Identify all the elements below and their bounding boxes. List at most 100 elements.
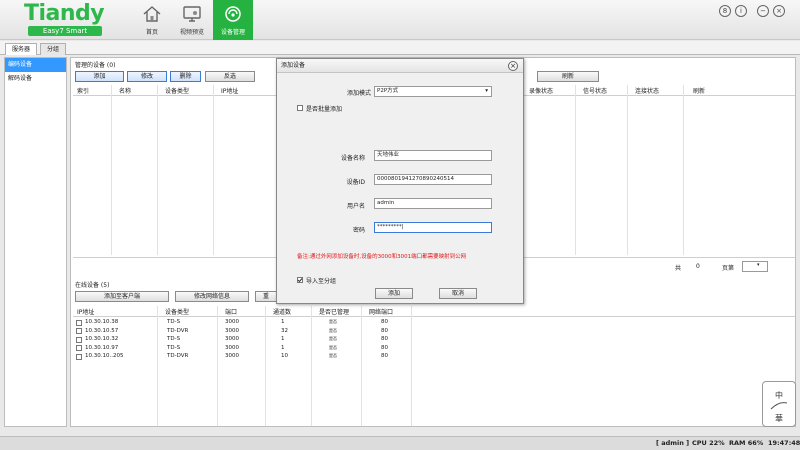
col-index: 索引: [77, 88, 90, 95]
password-label: 密码: [352, 227, 365, 234]
row-checkbox[interactable]: [76, 345, 82, 351]
dialog-close-icon[interactable]: ×: [508, 61, 518, 71]
online-cell-type: TD-DVR: [167, 327, 189, 334]
row-checkbox[interactable]: [76, 328, 82, 334]
device-id-label: 设备ID: [346, 179, 365, 186]
minimize-icon[interactable]: −: [757, 5, 769, 17]
col-record-status: 录像状态: [529, 88, 554, 95]
add-button[interactable]: 添加: [75, 71, 124, 82]
mode-select[interactable]: P2P方式 ▾: [374, 86, 492, 97]
username-input[interactable]: admin: [374, 198, 492, 209]
tab-group[interactable]: 分组: [40, 43, 67, 55]
col-online-type: 设备类型: [165, 309, 190, 316]
status-bar: [ admin ] CPU 22% RAM 66% 19:47:48: [0, 436, 800, 450]
online-cell-net-port: 80: [381, 327, 388, 334]
status-cpu: CPU 22%: [692, 439, 725, 447]
grid-line: [575, 85, 576, 255]
col-online-channels: 通道数: [273, 309, 292, 316]
grid-line: [627, 85, 628, 255]
online-cell-managed: 是否: [329, 327, 337, 333]
category-decoder[interactable]: 解码设备: [5, 72, 66, 86]
online-cell-managed: 是否: [329, 344, 337, 350]
info-icon[interactable]: i: [735, 5, 747, 17]
grid-line: [361, 306, 362, 426]
col-refresh: 刷新: [693, 88, 706, 95]
nav-home-label: 首页: [145, 29, 158, 36]
col-name: 名称: [119, 88, 132, 95]
online-cell-port: 3000: [225, 336, 239, 342]
mode-label: 添加模式: [346, 90, 371, 97]
device-name-label: 设备名称: [340, 155, 365, 162]
video-preview-icon: [183, 6, 201, 22]
refresh-button[interactable]: 刷新: [537, 71, 599, 82]
nav-device-manage-label: 设备管理: [220, 29, 245, 36]
status-time: 19:47:48: [768, 439, 800, 447]
online-cell-port: 3000: [225, 344, 239, 351]
nav-video-preview-label: 视频预览: [179, 29, 204, 36]
chevron-down-icon: ▾: [485, 88, 488, 94]
modify-button[interactable]: 修改: [127, 71, 167, 82]
managed-title: 管理的设备 (0): [75, 62, 116, 69]
online-cell-type: TD-DVR: [167, 353, 189, 359]
col-device-type: 设备类型: [165, 88, 190, 95]
online-cell-type: TD-S: [167, 336, 181, 342]
online-cell-channels: 1: [281, 336, 285, 342]
row-checkbox[interactable]: [76, 353, 82, 360]
category-encoder[interactable]: 编码设备: [5, 58, 66, 72]
online-cell-channels: 1: [281, 319, 285, 325]
online-cell-managed: 是否: [329, 336, 337, 341]
tab-bar: 服务器 分组: [0, 41, 800, 55]
grid-line: [111, 85, 112, 255]
online-cell-type: TD-S: [167, 344, 181, 351]
row-checkbox[interactable]: [76, 336, 82, 343]
delete-button[interactable]: 删除: [170, 71, 201, 82]
bamboo-icon: [770, 402, 788, 410]
add-device-dialog: 添加设备 × 添加模式 P2P方式 ▾ 是否批量添加 设备名称 天地伟业 设备I…: [276, 58, 524, 304]
dialog-cancel-button[interactable]: 取消: [439, 288, 477, 299]
import-group-checkbox[interactable]: [297, 277, 303, 283]
batch-add-checkbox[interactable]: [297, 105, 303, 111]
corner-logo-top: 中: [775, 391, 783, 400]
add-to-client-button[interactable]: 添加至客户端: [75, 291, 169, 302]
total-count: 0: [696, 263, 700, 270]
col-online-ip: IP地址: [77, 309, 95, 316]
row-checkbox[interactable]: [76, 319, 82, 326]
online-cell-net-port: 80: [381, 319, 388, 325]
col-signal-status: 信号状态: [583, 88, 608, 95]
col-online-port: 端口: [225, 309, 238, 316]
close-icon[interactable]: ×: [773, 5, 785, 17]
corner-logo: 中 華: [762, 381, 796, 427]
online-cell-port: 3000: [225, 319, 239, 325]
nav-video-preview[interactable]: 视频预览: [172, 0, 212, 40]
mode-select-value: P2P方式: [377, 88, 399, 94]
brand-slogan: Easy7 Smart: [28, 26, 102, 36]
online-cell-ip: 10.30.10..205: [85, 353, 124, 359]
password-input[interactable]: *********|: [374, 222, 492, 233]
grid-line: [213, 85, 214, 255]
user-icon[interactable]: 8: [719, 5, 731, 17]
brand-name: Tiandy: [24, 1, 105, 26]
device-name-input[interactable]: 天地伟业: [374, 150, 492, 161]
username-label: 用户名: [346, 203, 365, 210]
online-table-header: IP地址 设备类型 端口 通道数 是否已管理 网络端口: [73, 305, 795, 317]
dialog-add-button[interactable]: 添加: [375, 288, 413, 299]
modify-network-button[interactable]: 修改网络信息: [175, 291, 249, 302]
page-select[interactable]: [742, 261, 768, 272]
device-id-input[interactable]: 000080194127089024051​4: [374, 174, 492, 185]
status-ram: RAM 66%: [729, 439, 764, 447]
total-label: 共: [675, 265, 682, 272]
reset-button[interactable]: 重: [255, 291, 277, 302]
online-cell-channels: 32: [281, 327, 288, 334]
import-group-label: 导入至分组: [306, 278, 337, 285]
batch-add-label: 是否批量添加: [306, 106, 343, 113]
grid-line: [217, 306, 218, 426]
nav-home[interactable]: 首页: [132, 0, 172, 40]
corner-logo-bottom: 華: [775, 414, 783, 423]
nav-device-manage[interactable]: 设备管理: [213, 0, 253, 40]
tab-server[interactable]: 服务器: [5, 43, 38, 55]
grid-line: [411, 306, 412, 426]
invert-select-button[interactable]: 反选: [205, 71, 255, 82]
online-cell-managed: 是否: [329, 353, 337, 358]
online-cell-net-port: 80: [381, 336, 388, 342]
online-cell-channels: 10: [281, 353, 288, 359]
